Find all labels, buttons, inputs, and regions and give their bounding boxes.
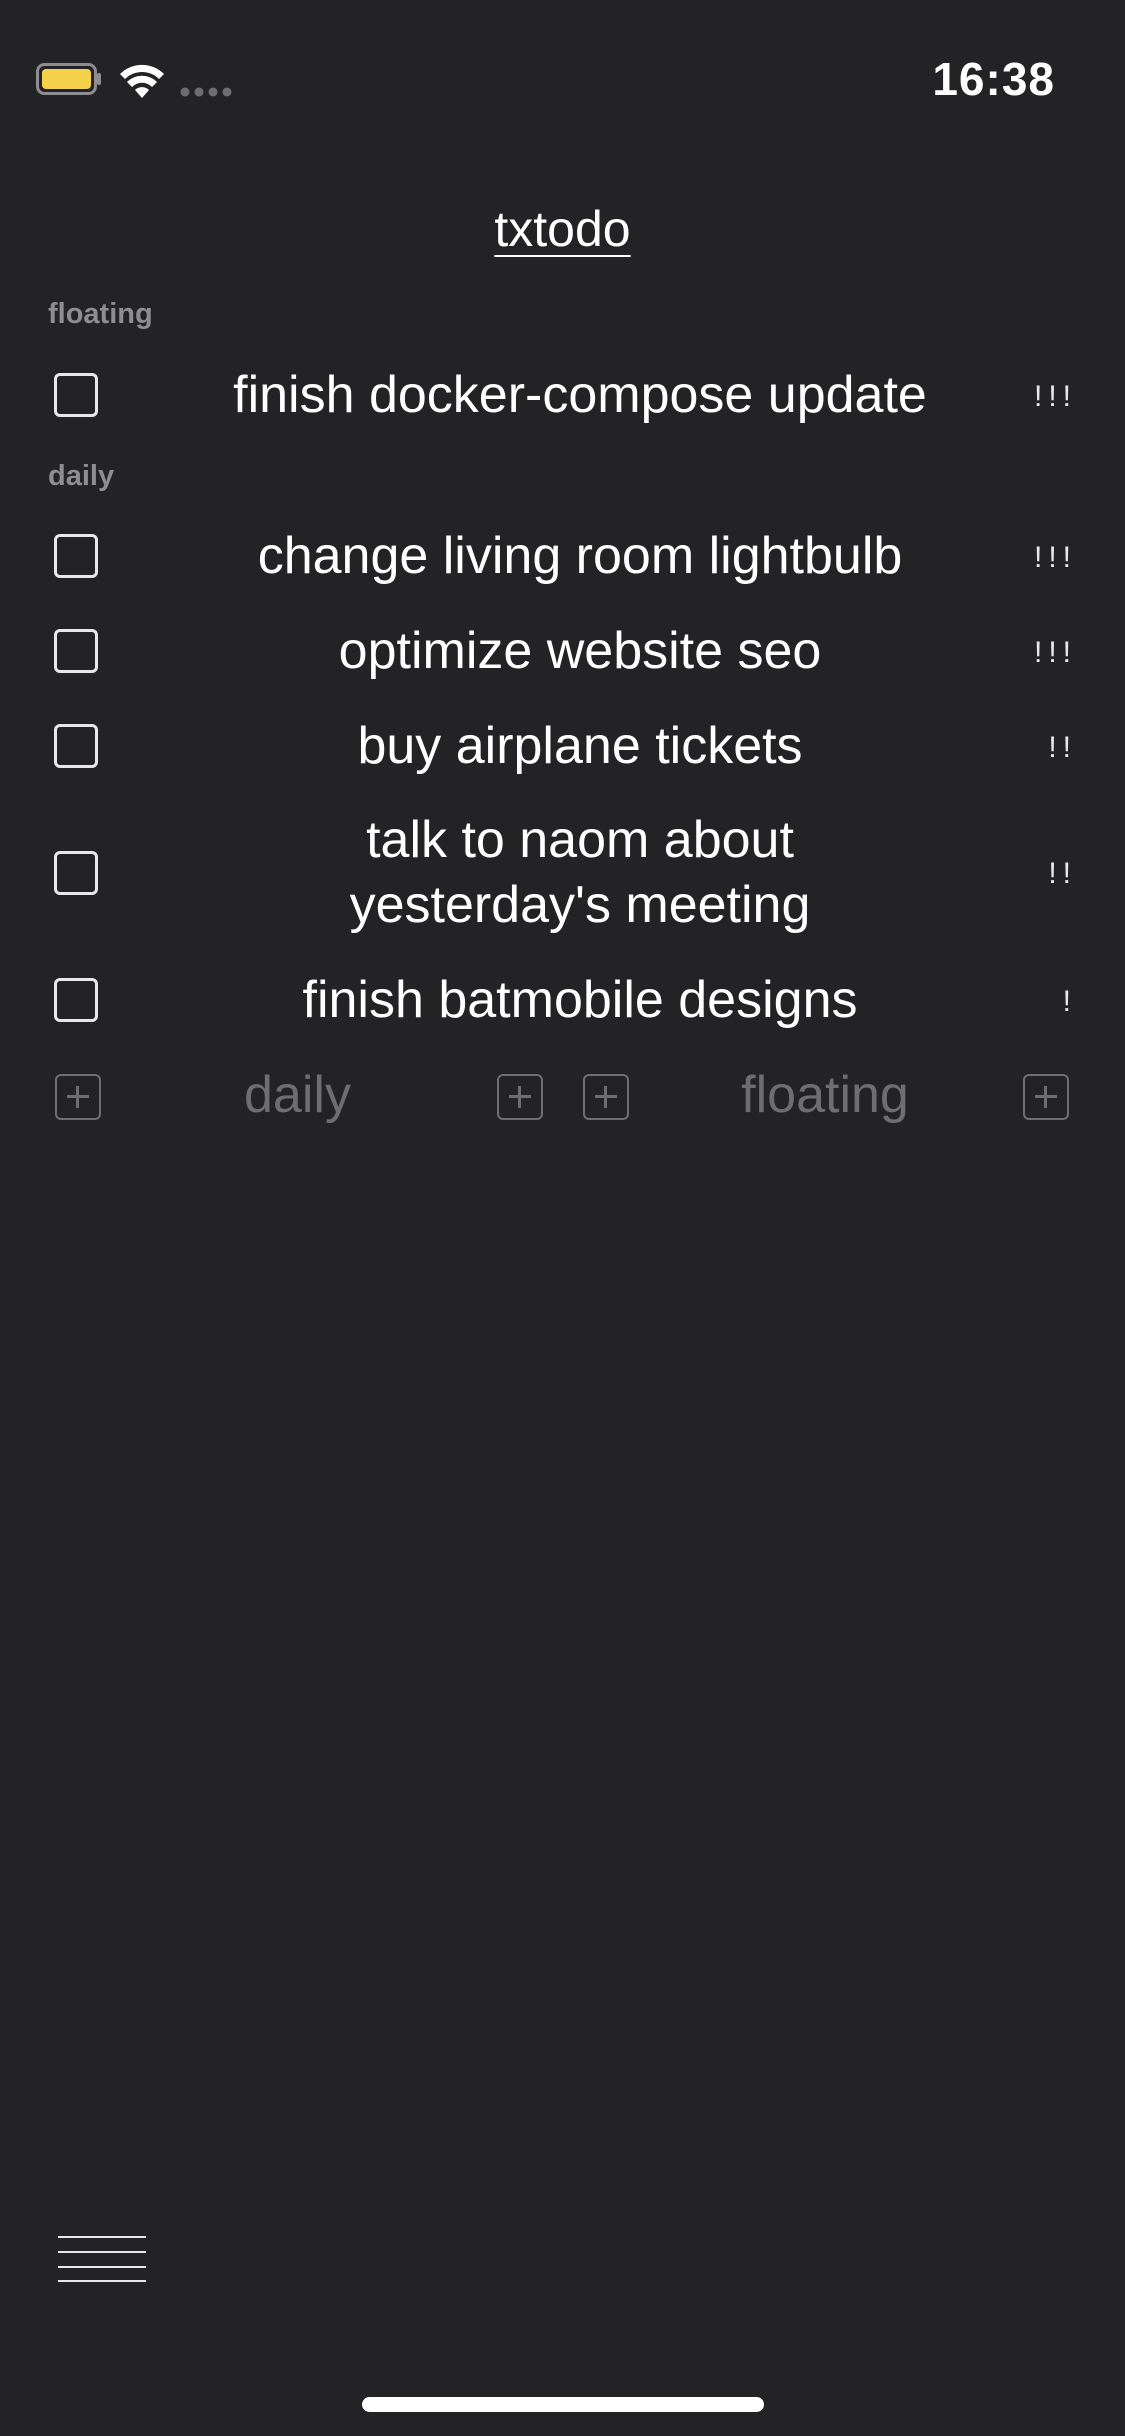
todo-item[interactable]: finish docker-compose update !!!: [0, 363, 1125, 428]
add-daily-label[interactable]: daily: [200, 1065, 395, 1125]
page-title[interactable]: txtodo: [0, 200, 1125, 258]
page-title-text[interactable]: txtodo: [494, 201, 630, 257]
priority-indicator[interactable]: !!!: [1034, 380, 1077, 414]
section-header-daily: daily: [48, 460, 115, 492]
todo-item[interactable]: talk to naom about yesterday's meeting !…: [0, 808, 1125, 938]
checkbox[interactable]: [54, 373, 98, 417]
battery-icon: [36, 63, 101, 95]
todo-text[interactable]: buy airplane tickets: [160, 714, 1000, 779]
add-floating-plus-icon[interactable]: [583, 1074, 629, 1120]
priority-indicator[interactable]: !!: [1048, 731, 1077, 765]
priority-indicator[interactable]: !!!: [1034, 636, 1077, 670]
checkbox[interactable]: [54, 534, 98, 578]
checkbox[interactable]: [54, 851, 98, 895]
priority-indicator[interactable]: !!!: [1034, 541, 1077, 575]
signal-icon: [180, 87, 232, 97]
todo-text[interactable]: finish docker-compose update: [160, 363, 1000, 428]
checkbox[interactable]: [54, 978, 98, 1022]
section-header-floating: floating: [48, 298, 153, 330]
todo-item[interactable]: buy airplane tickets !!: [0, 714, 1125, 779]
add-floating-confirm-plus-icon[interactable]: [1023, 1074, 1069, 1120]
todo-text[interactable]: finish batmobile designs: [160, 968, 1000, 1033]
add-floating-label[interactable]: floating: [700, 1065, 950, 1125]
hamburger-menu-icon[interactable]: [58, 2232, 146, 2282]
wifi-icon: [120, 64, 164, 98]
todo-text[interactable]: optimize website seo: [160, 619, 1000, 684]
priority-indicator[interactable]: !: [1063, 985, 1077, 1019]
todo-text[interactable]: talk to naom about yesterday's meeting: [300, 808, 860, 938]
todo-item[interactable]: change living room lightbulb !!!: [0, 524, 1125, 589]
todo-item[interactable]: finish batmobile designs !: [0, 968, 1125, 1033]
checkbox[interactable]: [54, 724, 98, 768]
add-daily-confirm-plus-icon[interactable]: [497, 1074, 543, 1120]
home-indicator[interactable]: [362, 2397, 764, 2412]
add-daily-plus-icon[interactable]: [55, 1074, 101, 1120]
status-bar: 16:38: [0, 0, 1125, 160]
status-time: 16:38: [932, 53, 1055, 105]
todo-item[interactable]: optimize website seo !!!: [0, 619, 1125, 684]
priority-indicator[interactable]: !!: [1048, 857, 1077, 891]
todo-text[interactable]: change living room lightbulb: [160, 524, 1000, 589]
checkbox[interactable]: [54, 629, 98, 673]
